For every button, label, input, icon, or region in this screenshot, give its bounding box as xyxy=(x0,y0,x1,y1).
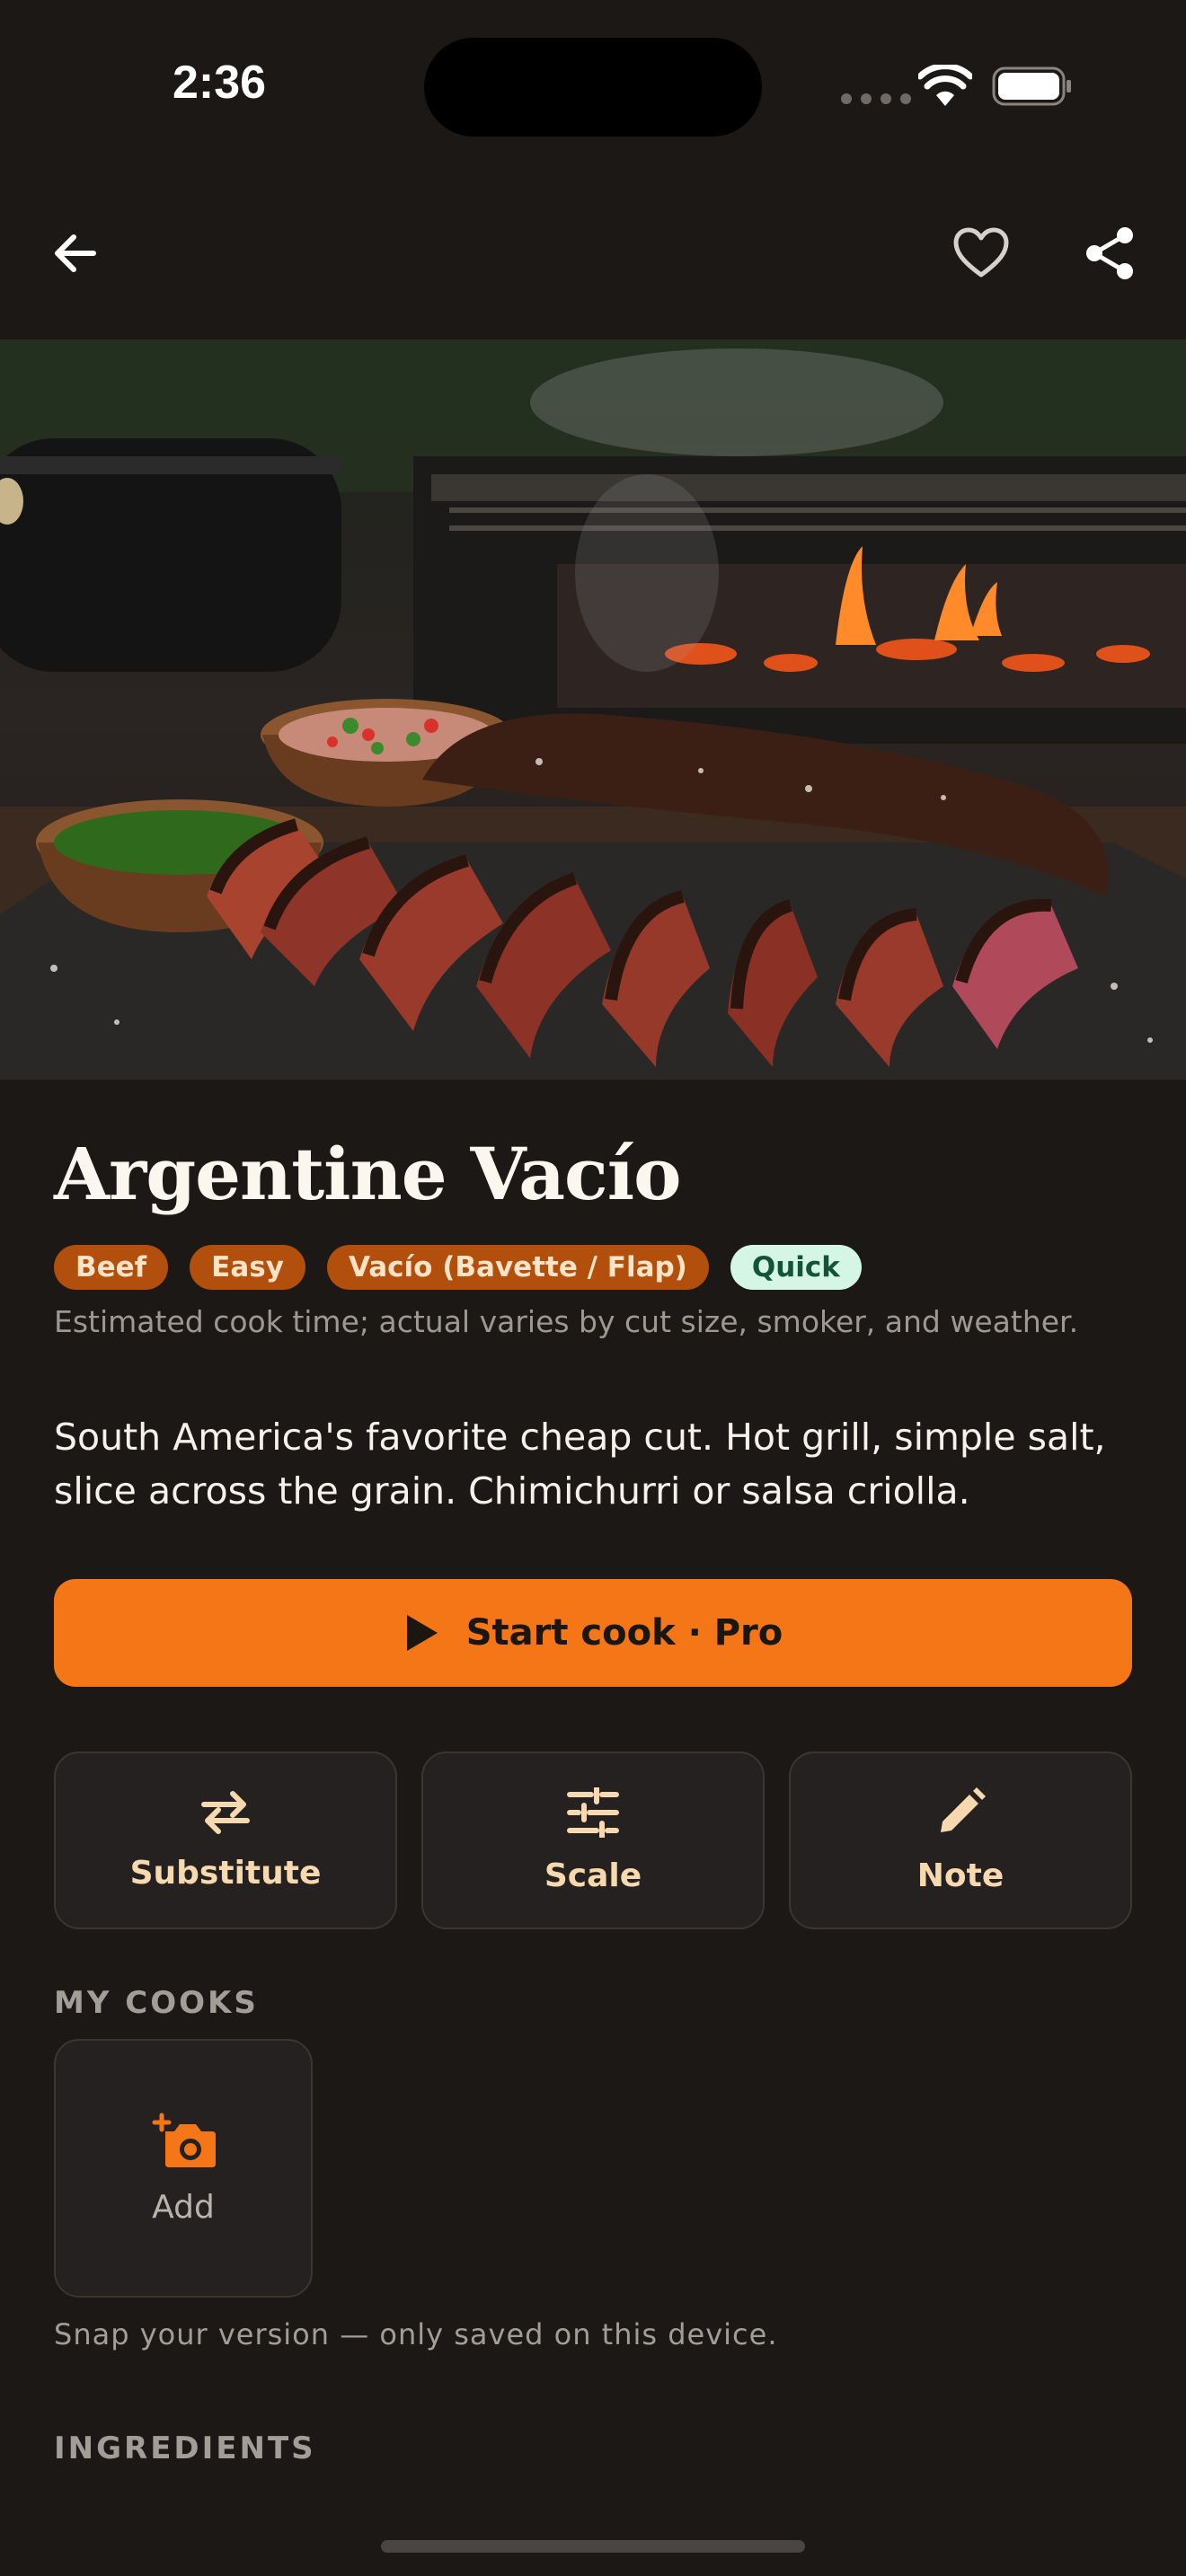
dynamic-island xyxy=(424,38,762,137)
recipe-title: Argentine Vacío xyxy=(54,1132,681,1216)
heart-icon xyxy=(953,227,1009,278)
status-time: 2:36 xyxy=(173,57,267,109)
scale-button[interactable]: Scale xyxy=(421,1751,765,1929)
recipe-hero-image xyxy=(0,340,1186,1080)
pencil-icon xyxy=(941,1786,986,1832)
ingredients-heading: INGREDIENTS xyxy=(54,2430,316,2466)
note-label: Note xyxy=(916,1857,1005,1894)
tag-cut: Vacío (Bavette / Flap) xyxy=(326,1245,709,1290)
recipe-description: South America's favorite cheap cut. Hot … xyxy=(54,1416,1106,1513)
battery-icon xyxy=(992,66,1071,106)
cellular-signal-icon xyxy=(841,93,913,104)
back-button[interactable] xyxy=(40,217,111,289)
tag-beef: Beef xyxy=(54,1245,169,1290)
note-button[interactable]: Note xyxy=(789,1751,1132,1929)
share-icon xyxy=(1086,227,1133,279)
home-indicator[interactable] xyxy=(381,2540,805,2553)
share-button[interactable] xyxy=(1075,217,1146,289)
add-cook-photo-button[interactable]: Add xyxy=(54,2039,313,2298)
swap-icon xyxy=(201,1790,250,1834)
play-icon xyxy=(406,1615,438,1651)
scale-label: Scale xyxy=(544,1857,642,1894)
add-photo-icon xyxy=(152,2113,216,2167)
start-cook-button[interactable]: Start cook · Pro xyxy=(54,1579,1132,1687)
wifi-icon xyxy=(918,65,972,106)
cook-time-disclaimer: Estimated cook time; actual varies by cu… xyxy=(54,1304,1079,1339)
arrow-left-icon xyxy=(55,234,96,272)
favorite-button[interactable] xyxy=(945,217,1017,289)
recipe-tags: Beef Easy Vacío (Bavette / Flap) Quick xyxy=(54,1245,862,1290)
tag-difficulty: Easy xyxy=(190,1245,305,1290)
my-cooks-heading: MY COOKS xyxy=(54,1985,259,2021)
substitute-button[interactable]: Substitute xyxy=(54,1751,397,1929)
add-label: Add xyxy=(152,2188,215,2226)
tag-quick: Quick xyxy=(730,1245,862,1290)
tune-icon xyxy=(567,1786,619,1838)
substitute-label: Substitute xyxy=(129,1854,322,1892)
my-cooks-note: Snap your version — only saved on this d… xyxy=(54,2317,778,2351)
start-cook-label: Start cook · Pro xyxy=(465,1612,783,1654)
